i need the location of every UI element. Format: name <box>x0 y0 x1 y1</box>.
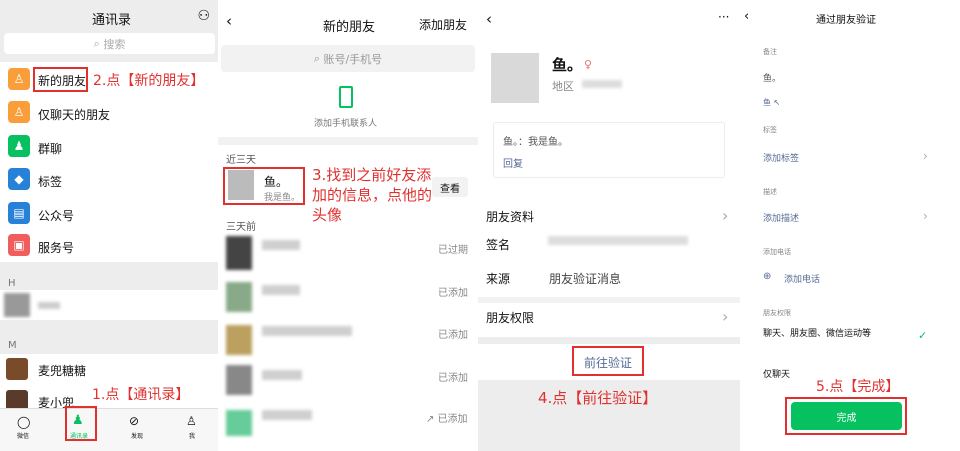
remark-value[interactable]: 鱼。 <box>763 71 781 84</box>
signature-label: 签名 <box>486 238 511 252</box>
tags-label: 标签 <box>763 126 777 134</box>
step4-annotation: 4.点【前往验证】 <box>538 389 658 407</box>
highlight-contacts-tab <box>65 406 97 441</box>
step3-annotation: 3.找到之前好友添加的信息，点他的头像 <box>312 166 433 224</box>
page-title: 新的朋友 <box>323 20 376 35</box>
tab-bar: ◯ 微信 ♟ 通讯录 ⊘ 发现 ♙ 我 <box>0 408 218 451</box>
perm-label: 朋友权限 <box>763 309 791 317</box>
region-label: 地区 <box>552 80 574 93</box>
status: 已添加 <box>438 330 468 341</box>
status: 已过期 <box>438 245 468 256</box>
add-desc-button[interactable]: 添加描述 <box>763 211 799 224</box>
alphabet-index[interactable]: QRSTUVWXYZ <box>218 180 220 260</box>
add-phone-button[interactable]: 添加电话 <box>784 272 820 285</box>
profile-panel: ‹ ··· 鱼。 ♀ 地区 鱼。：我是鱼。 回复 朋友资料 › 签名 来源 朋友… <box>478 0 740 451</box>
step1-annotation: 1.点【通讯录】 <box>92 387 190 403</box>
service-account-icon: ▣ <box>8 234 30 256</box>
tag-icon: ◆ <box>8 168 30 190</box>
verify-message: 鱼。：我是鱼。 <box>503 137 568 148</box>
section-h: H <box>8 278 16 289</box>
tab-chats[interactable]: 微信 <box>17 431 29 440</box>
perm-option-chat-only[interactable]: 仅聊天 <box>763 367 790 380</box>
highlight-new-friends <box>33 67 88 92</box>
chevron-right-icon: › <box>923 209 928 223</box>
chevron-right-icon: › <box>923 149 928 163</box>
avatar <box>6 358 28 380</box>
function-list: ♙ 新的朋友 ♙ 仅聊天的朋友 ♟ 群聊 ◆ 标签 ▤ 公众号 ▣ 服务号 <box>0 62 218 262</box>
source-value: 朋友验证消息 <box>549 272 622 286</box>
item-groups[interactable]: 群聊 <box>38 140 62 157</box>
page-title: 通讯录 <box>92 13 132 28</box>
discover-icon: ⊘ <box>129 414 140 428</box>
new-friends-icon: ♙ <box>8 68 30 90</box>
item-service[interactable]: 服务号 <box>38 239 74 256</box>
status: 已添加 <box>438 288 468 299</box>
section-recent: 近三天 <box>226 155 256 166</box>
official-account-icon: ▤ <box>8 202 30 224</box>
back-icon[interactable]: ‹ <box>486 10 492 28</box>
me-icon: ♙ <box>186 414 197 428</box>
verify-message-box: 鱼。：我是鱼。 回复 <box>493 122 725 178</box>
group-icon: ♟ <box>8 135 30 157</box>
search-input[interactable]: ⌕ 搜索 <box>4 33 215 54</box>
back-icon[interactable]: ‹ <box>744 9 749 24</box>
add-tag-button[interactable]: 添加标签 <box>763 151 799 164</box>
contact-name[interactable]: 麦兜糖糖 <box>38 362 86 379</box>
add-friend-button[interactable]: 添加朋友 <box>419 16 467 33</box>
chat-only-icon: ♙ <box>8 101 30 123</box>
chat-icon: ◯ <box>17 415 31 429</box>
desc-label: 描述 <box>763 188 777 196</box>
tab-discover[interactable]: 发现 <box>131 431 143 440</box>
item-official[interactable]: 公众号 <box>38 207 74 224</box>
plus-icon[interactable]: ⊕ <box>763 271 771 282</box>
search-icon: ⌕ <box>313 51 324 65</box>
more-icon[interactable]: ··· <box>718 10 729 24</box>
new-friends-panel: ‹ 新的朋友 添加朋友 ⌕ 账号/手机号 添加手机联系人 近三天 鱼。 我是鱼。… <box>218 0 478 451</box>
status: 已添加 <box>438 373 468 384</box>
tab-me[interactable]: 我 <box>189 431 195 440</box>
search-icon: ⌕ <box>93 36 104 50</box>
item-chat-only[interactable]: 仅聊天的朋友 <box>38 106 110 123</box>
search-input[interactable]: ⌕ 账号/手机号 <box>221 45 475 72</box>
phone-label: 添加电话 <box>763 248 791 256</box>
back-icon[interactable]: ‹ <box>226 12 232 30</box>
chevron-right-icon: › <box>722 307 729 326</box>
profile-name: 鱼。 <box>552 56 583 74</box>
highlight-go-verify <box>572 346 644 376</box>
verify-panel: ‹ 通过朋友验证 备注 鱼。 鱼 ↖ 标签 添加标签 › 描述 添加描述 › 添… <box>740 0 960 451</box>
section-m: M <box>8 340 17 351</box>
page-title: 通过朋友验证 <box>816 15 876 26</box>
highlight-avatar <box>223 167 305 205</box>
remark-label: 备注 <box>763 48 777 56</box>
remark-tag[interactable]: 鱼 ↖ <box>763 97 780 108</box>
contact-row[interactable] <box>0 290 218 320</box>
add-phone-contacts[interactable]: 添加手机联系人 <box>314 116 377 129</box>
step5-annotation: 5.点【完成】 <box>816 379 900 395</box>
item-tags[interactable]: 标签 <box>38 173 62 190</box>
add-contact-icon[interactable]: ⚇ <box>197 8 210 24</box>
step2-annotation: 2.点【新的朋友】 <box>93 73 205 89</box>
contacts-panel: 通讯录 ⚇ ⌕ 搜索 ♙ 新的朋友 ♙ 仅聊天的朋友 ♟ 群聊 ◆ 标签 ▤ 公… <box>0 0 218 451</box>
status: ↗ 已添加 <box>426 414 468 425</box>
permission-row[interactable]: 朋友权限 <box>486 309 534 326</box>
reply-link[interactable]: 回复 <box>503 155 523 170</box>
chevron-right-icon: › <box>722 206 729 225</box>
phone-icon[interactable] <box>339 86 353 108</box>
section-earlier: 三天前 <box>226 222 256 233</box>
source-label: 来源 <box>486 272 511 286</box>
highlight-done <box>785 397 907 435</box>
friend-profile-row[interactable]: 朋友资料 <box>486 208 534 225</box>
avatar[interactable] <box>491 53 539 103</box>
gender-icon: ♀ <box>584 58 593 71</box>
check-icon: ✓ <box>918 329 928 342</box>
perm-option-all[interactable]: 聊天、朋友圈、微信运动等 <box>763 328 883 340</box>
